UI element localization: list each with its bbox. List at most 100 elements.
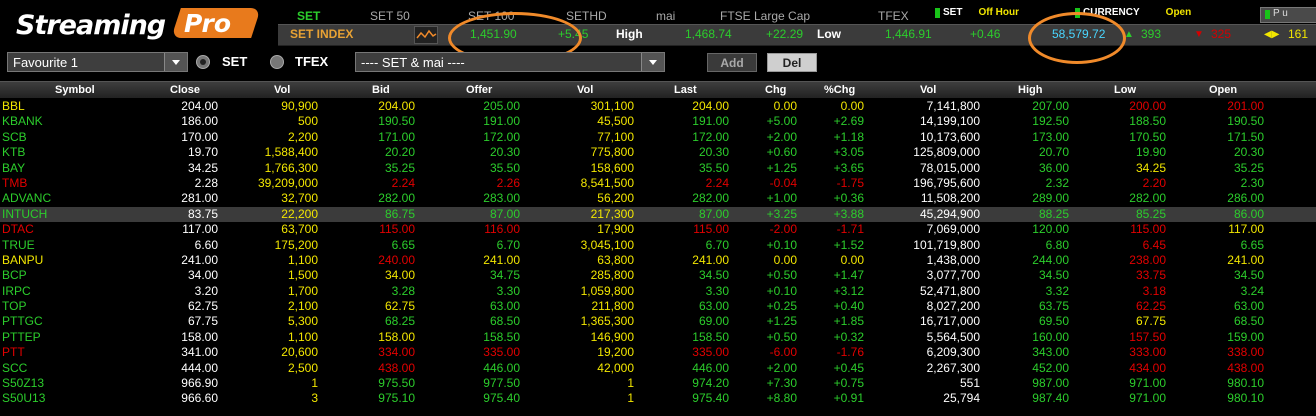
cell-symbol[interactable]: ADVANC (2, 191, 51, 206)
cell-symbol[interactable]: TRUE (2, 238, 35, 253)
add-button[interactable]: Add (707, 53, 757, 72)
table-row[interactable]: IRPC 3.20 1,700 3.28 3.30 1,059,800 3.30 +0.10 +… (0, 284, 1316, 299)
chevron-down-icon[interactable] (641, 53, 664, 71)
cell-close: 34.00 (187, 268, 218, 283)
cell-symbol[interactable]: KTB (2, 145, 25, 160)
col-bid-vol[interactable]: Vol (274, 84, 290, 96)
col-offer-vol[interactable]: Vol (577, 84, 593, 96)
cell-symbol[interactable]: KBANK (2, 114, 43, 129)
table-row[interactable]: ADVANC 281.00 32,700 282.00 283.00 56,200 282.… (0, 191, 1316, 206)
table-row[interactable]: TMB 2.28 39,209,000 2.24 2.26 8,541,500 2.24 -0… (0, 176, 1316, 191)
p-button[interactable]: P u (1260, 7, 1316, 23)
radio-set-label[interactable]: SET (222, 54, 247, 69)
col-bid[interactable]: Bid (372, 84, 390, 96)
table-row[interactable]: KTB 19.70 1,588,400 20.20 20.30 775,800 20.30 +… (0, 145, 1316, 160)
table-header: Symbol Close Vol Bid Offer Vol Last Chg … (0, 81, 1316, 98)
table-row[interactable]: BBL 204.00 90,900 204.00 205.00 301,100 204.00… (0, 99, 1316, 114)
table-row[interactable]: PTTEP 158.00 1,100 158.00 158.50 146,900 158.5… (0, 330, 1316, 345)
cell-last: 2.24 (705, 175, 729, 190)
table-row[interactable]: DTAC 117.00 63,700 115.00 116.00 17,900 115.00… (0, 222, 1316, 237)
cell-open: 171.50 (1227, 129, 1264, 144)
col-vol[interactable]: Vol (920, 84, 936, 96)
tab-ftse-large-cap[interactable]: FTSE Large Cap (720, 9, 810, 23)
table-row[interactable]: KBANK 186.00 500 190.50 191.00 45,500 191.00 +5… (0, 114, 1316, 129)
cell-offervol: 1,059,800 (580, 283, 634, 298)
tab-tfex[interactable]: TFEX (878, 9, 909, 23)
col-last[interactable]: Last (674, 84, 697, 96)
table-row[interactable]: PTT 341.00 20,600 334.00 335.00 19,200 335.00 -… (0, 345, 1316, 360)
col-low[interactable]: Low (1114, 84, 1136, 96)
cell-symbol[interactable]: S50Z13 (2, 376, 44, 391)
tab-mai[interactable]: mai (656, 9, 675, 23)
cell-symbol[interactable]: SCC (2, 361, 27, 376)
table-row[interactable]: SCC 444.00 2,500 438.00 446.00 42,000 446.00 +2… (0, 361, 1316, 376)
col-close[interactable]: Close (170, 84, 200, 96)
cell-symbol[interactable]: PTTGC (2, 314, 43, 329)
cell-symbol[interactable]: PTTEP (2, 330, 41, 345)
cell-last: 69.00 (698, 314, 729, 329)
cell-low: 67.75 (1135, 314, 1166, 329)
cell-high: 120.00 (1032, 222, 1069, 237)
cell-symbol[interactable]: S50U13 (2, 391, 45, 406)
cell-symbol[interactable]: TMB (2, 176, 27, 191)
col-symbol[interactable]: Symbol (55, 84, 95, 96)
table-row[interactable]: S50U13 966.60 3 975.10 975.40 1 975.40 +8.80 +0.… (0, 391, 1316, 406)
cell-bid: 204.00 (378, 99, 415, 113)
cell-open: 34.50 (1233, 268, 1264, 283)
col-offer[interactable]: Offer (466, 84, 492, 96)
cell-vol: 7,141,800 (926, 99, 980, 113)
cell-bidvol: 1,700 (287, 283, 318, 298)
cell-symbol[interactable]: BAY (2, 161, 25, 176)
chevron-down-icon[interactable] (164, 53, 187, 71)
table-row[interactable]: PTTGC 67.75 5,300 68.25 68.50 1,365,300 69.00 +… (0, 314, 1316, 329)
radio-set[interactable] (196, 55, 210, 69)
cell-pchg: 0.00 (840, 99, 864, 113)
cell-vol: 7,069,000 (926, 222, 980, 237)
cell-symbol[interactable]: IRPC (2, 284, 31, 299)
table-row[interactable]: BAY 34.25 1,766,300 35.25 35.50 158,600 35.50 +… (0, 161, 1316, 176)
favourite-select[interactable]: Favourite 1 (7, 52, 188, 72)
index-name[interactable]: SET INDEX (290, 27, 353, 41)
radio-tfex-label[interactable]: TFEX (295, 54, 328, 69)
cell-open: 63.00 (1233, 299, 1264, 314)
cell-offervol: 775,800 (590, 145, 634, 160)
cell-symbol[interactable]: DTAC (2, 222, 34, 237)
index-chart-icon[interactable] (414, 26, 438, 44)
table-row[interactable]: SCB 170.00 2,200 171.00 172.00 77,100 172.00 +2… (0, 130, 1316, 145)
cell-high: 36.00 (1038, 160, 1069, 175)
streaming-pro-logo: Streaming Pro (8, 6, 261, 42)
cell-symbol[interactable]: PTT (2, 345, 25, 360)
cell-symbol[interactable]: BBL (2, 99, 25, 114)
cell-pchg: +0.75 (833, 376, 864, 391)
cell-vol: 5,564,500 (926, 329, 980, 344)
index-declines: 325 (1211, 27, 1232, 41)
table-row[interactable]: BANPU 241.00 1,100 240.00 241.00 63,800 241.00… (0, 253, 1316, 268)
col-high[interactable]: High (1018, 84, 1042, 96)
cell-last: 3.30 (705, 283, 729, 298)
cell-symbol[interactable]: BANPU (2, 253, 43, 268)
market-select[interactable]: ---- SET & mai ---- (355, 52, 665, 72)
cell-bid: 438.00 (378, 360, 415, 375)
cell-last: 446.00 (692, 360, 729, 375)
col-open[interactable]: Open (1209, 84, 1237, 96)
col-pchg[interactable]: %Chg (824, 84, 855, 96)
cell-chg: -6.00 (769, 345, 797, 360)
tab-sethd[interactable]: SETHD (566, 9, 607, 23)
cell-symbol[interactable]: SCB (2, 130, 27, 145)
table-row[interactable]: S50Z13 966.90 1 975.50 977.50 1 974.20 +7.30 +0.… (0, 376, 1316, 391)
cell-symbol[interactable]: TOP (2, 299, 26, 314)
cell-offervol: 1 (627, 391, 634, 406)
table-row[interactable]: BCP 34.00 1,500 34.00 34.75 285,800 34.50 +0.50… (0, 268, 1316, 283)
table-row[interactable]: TRUE 6.60 175,200 6.65 6.70 3,045,100 6.70 +0.1… (0, 238, 1316, 253)
table-row[interactable]: INTUCH 83.75 22,200 86.75 87.00 217,300 87.00 +… (0, 206, 1316, 223)
cell-symbol[interactable]: BCP (2, 268, 27, 283)
cell-offer: 35.50 (489, 160, 520, 175)
radio-tfex[interactable] (270, 55, 284, 69)
cell-symbol[interactable]: INTUCH (2, 207, 47, 222)
tab-set[interactable]: SET (297, 9, 320, 23)
col-chg[interactable]: Chg (765, 84, 786, 96)
cell-pchg: +0.91 (833, 391, 864, 406)
tab-set50[interactable]: SET 50 (370, 9, 410, 23)
table-row[interactable]: TOP 62.75 2,100 62.75 63.00 211,800 63.00 +0.25… (0, 299, 1316, 314)
del-button[interactable]: Del (767, 53, 817, 72)
